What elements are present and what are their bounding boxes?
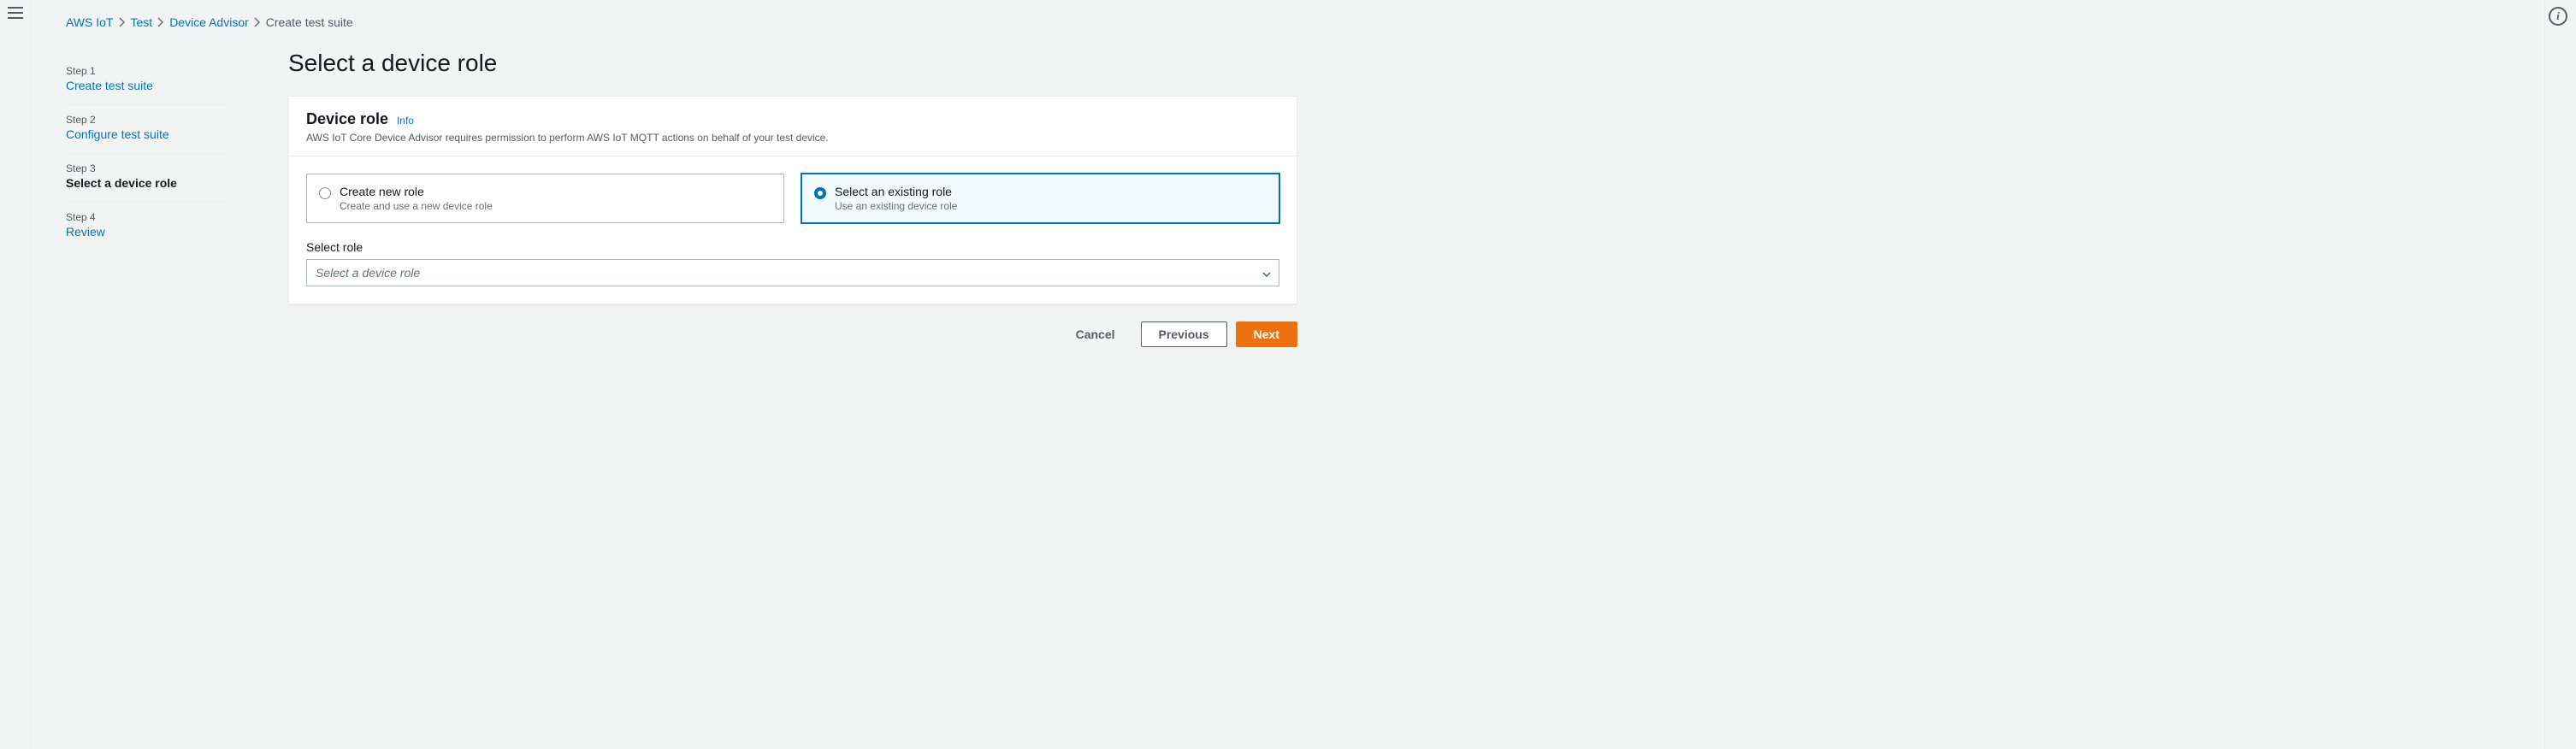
radio-sublabel: Create and use a new device role <box>340 200 493 212</box>
panel-description: AWS IoT Core Device Advisor requires per… <box>306 132 1279 144</box>
step-number: Step 3 <box>66 162 228 174</box>
breadcrumb: AWS IoT Test Device Advisor Create test … <box>32 0 2544 29</box>
cancel-button[interactable]: Cancel <box>1059 322 1132 346</box>
step-link-review[interactable]: Review <box>66 225 105 239</box>
step-number: Step 4 <box>66 211 228 223</box>
left-rail <box>0 0 31 749</box>
step-2: Step 2 Configure test suite <box>66 105 228 154</box>
breadcrumb-test[interactable]: Test <box>131 15 153 29</box>
step-number: Step 1 <box>66 65 228 77</box>
next-button[interactable]: Next <box>1236 321 1297 347</box>
radio-icon <box>319 187 331 199</box>
panel-title: Device role <box>306 110 388 127</box>
radio-label: Select an existing role <box>835 185 957 198</box>
panel-header: Device role Info AWS IoT Core Device Adv… <box>289 97 1297 156</box>
step-current-select-role: Select a device role <box>66 176 228 190</box>
chevron-right-icon <box>254 17 261 27</box>
radio-sublabel: Use an existing device role <box>835 200 957 212</box>
radio-icon <box>814 187 826 199</box>
role-mode-radio-group: Create new role Create and use a new dev… <box>306 174 1279 223</box>
breadcrumb-device-advisor[interactable]: Device Advisor <box>169 15 249 29</box>
step-link-configure-suite[interactable]: Configure test suite <box>66 127 169 141</box>
page-title: Select a device role <box>288 50 1297 77</box>
main-wrap: AWS IoT Test Device Advisor Create test … <box>31 0 2545 749</box>
radio-select-existing-role[interactable]: Select an existing role Use an existing … <box>801 174 1279 223</box>
info-link[interactable]: Info <box>397 115 414 127</box>
select-role-placeholder: Select a device role <box>306 259 1279 286</box>
panel-body: Create new role Create and use a new dev… <box>289 156 1297 304</box>
step-3: Step 3 Select a device role <box>66 154 228 203</box>
content-row: Step 1 Create test suite Step 2 Configur… <box>32 29 2544 347</box>
step-link-create-suite[interactable]: Create test suite <box>66 79 153 92</box>
step-number: Step 2 <box>66 114 228 126</box>
wizard-steps-nav: Step 1 Create test suite Step 2 Configur… <box>66 46 228 347</box>
main-column: Select a device role Device role Info AW… <box>288 46 1297 347</box>
hamburger-icon[interactable] <box>8 7 23 19</box>
wizard-footer-actions: Cancel Previous Next <box>288 321 1297 347</box>
device-role-panel: Device role Info AWS IoT Core Device Adv… <box>288 96 1297 304</box>
chevron-right-icon <box>157 17 164 27</box>
previous-button[interactable]: Previous <box>1141 321 1227 347</box>
radio-label: Create new role <box>340 185 493 198</box>
radio-create-new-role[interactable]: Create new role Create and use a new dev… <box>306 174 784 223</box>
step-1: Step 1 Create test suite <box>66 56 228 105</box>
select-role-dropdown[interactable]: Select a device role <box>306 259 1279 286</box>
chevron-right-icon <box>119 17 126 27</box>
select-role-label: Select role <box>306 240 1279 254</box>
breadcrumb-current: Create test suite <box>266 15 353 29</box>
step-4: Step 4 Review <box>66 203 228 251</box>
breadcrumb-aws-iot[interactable]: AWS IoT <box>66 15 114 29</box>
help-info-icon[interactable]: i <box>2549 7 2567 26</box>
